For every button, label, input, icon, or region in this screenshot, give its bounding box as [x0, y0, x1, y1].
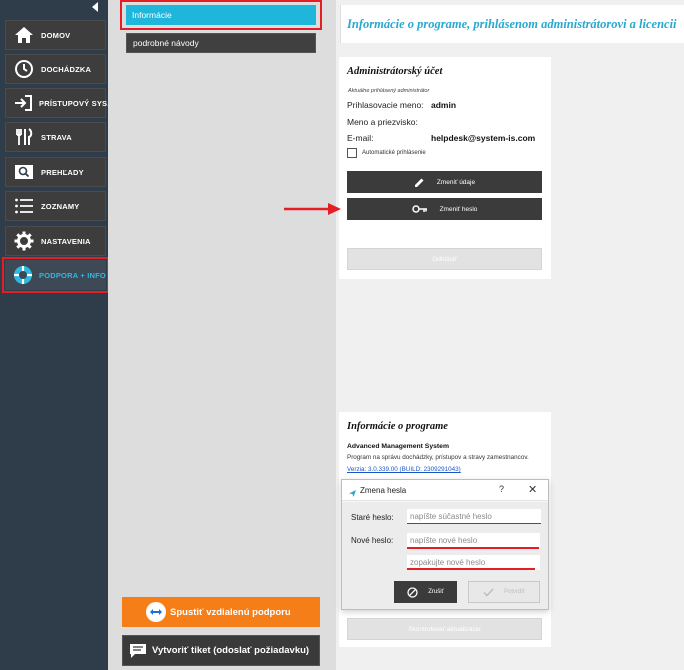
- nav-item-podpora-info[interactable]: PODPORA + INFO: [2, 257, 109, 293]
- new-password-label: Nové heslo:: [351, 536, 394, 545]
- nav-item-label: NASTAVENIA: [41, 236, 91, 246]
- nav-item-prehlady[interactable]: PREHĽADY: [5, 157, 106, 187]
- confirm-label: Potvrdiť: [504, 589, 525, 595]
- app-logo-icon: [348, 485, 357, 503]
- change-data-button[interactable]: Zmeniť údaje: [347, 171, 542, 193]
- nav-item-label: DOCHÁDZKA: [41, 64, 92, 74]
- nav-item-dochadzka[interactable]: DOCHÁDZKA: [5, 54, 106, 84]
- list-icon: [13, 195, 35, 217]
- old-password-label: Staré heslo:: [351, 513, 394, 522]
- cancel-label: Zrušiť: [428, 589, 444, 595]
- name-label: Meno a priezvisko:: [347, 117, 418, 127]
- logout-button[interactable]: Odhlásiť: [347, 248, 542, 270]
- change-data-label: Zmeniť údaje: [436, 178, 476, 186]
- nav-item-label: PREHĽADY: [41, 167, 84, 177]
- admin-card-title: Administrátorský účet: [347, 66, 443, 77]
- dialog-body: Staré heslo: napíšte súčastné heslo Nové…: [342, 502, 548, 609]
- nav-item-label: STRAVA: [41, 132, 72, 142]
- change-password-dialog: Zmena hesla ? ✕ Staré heslo: napíšte súč…: [341, 479, 549, 610]
- auto-login-label: Automatické prihlásenie: [362, 150, 426, 156]
- annotation-arrow: [284, 203, 341, 215]
- admin-card-subtitle: Aktuálne prihlásený administrátor: [348, 88, 430, 94]
- close-icon[interactable]: ✕: [528, 483, 537, 496]
- create-ticket-label: Vytvoriť tiket (odoslať požiadavku): [152, 645, 310, 656]
- remote-support-button[interactable]: Spustiť vzdialenú podporu: [122, 597, 320, 627]
- submenu-panel: [108, 0, 336, 670]
- main-navigation: DOMOV DOCHÁDZKA PRÍSTUPOVÝ SYS. STRAVA P…: [0, 0, 109, 670]
- check-updates-button[interactable]: Skontrolovať aktualizácie: [347, 618, 542, 640]
- admin-account-card: Administrátorský účet Aktuálne prihlásen…: [339, 57, 551, 279]
- change-password-label: Zmeniť heslo: [439, 205, 478, 213]
- nav-item-strava[interactable]: STRAVA: [5, 122, 106, 152]
- nav-item-label: PODPORA + INFO: [39, 270, 106, 280]
- submenu-item-informacie[interactable]: Informácie: [126, 5, 316, 25]
- email-label: E-mail:: [347, 133, 374, 143]
- annotation-underline: [407, 568, 535, 570]
- nav-item-nastavenia[interactable]: NASTAVENIA: [5, 226, 106, 256]
- email-value: helpdesk@system-is.com: [431, 133, 536, 143]
- change-password-button[interactable]: Zmeniť heslo: [347, 198, 542, 220]
- old-password-input[interactable]: napíšte súčastné heslo: [407, 509, 541, 524]
- key-icon: [411, 204, 428, 214]
- gear-icon: [13, 230, 35, 252]
- chat-icon: [128, 641, 148, 661]
- dialog-titlebar: Zmena hesla ? ✕: [342, 480, 548, 501]
- search-icon: [13, 161, 35, 183]
- remote-support-label: Spustiť vzdialenú podporu: [170, 606, 291, 618]
- submenu-item-navody[interactable]: podrobné návody: [126, 33, 316, 53]
- login-label: Prihlasovacie meno:: [347, 100, 424, 110]
- login-value: admin: [431, 100, 457, 110]
- auto-login-checkbox[interactable]: [347, 148, 357, 158]
- teamviewer-icon: [146, 602, 166, 622]
- dialog-title: Zmena hesla: [360, 486, 407, 495]
- program-card-title: Informácie o programe: [347, 421, 448, 432]
- cutlery-icon: [13, 126, 35, 148]
- cancel-button[interactable]: Zrušiť: [394, 581, 457, 603]
- page-header: Informácie o programe, prihlásenom admin…: [340, 5, 684, 43]
- create-ticket-button[interactable]: Vytvoriť tiket (odoslať požiadavku): [122, 635, 320, 666]
- nav-item-pristupovy[interactable]: PRÍSTUPOVÝ SYS.: [5, 88, 109, 118]
- product-description: Program na správu dochádzky, prístupov a…: [347, 454, 529, 461]
- lifebuoy-icon: [13, 264, 33, 286]
- page-title: Informácie o programe, prihlásenom admin…: [347, 16, 677, 31]
- nav-item-label: DOMOV: [41, 30, 71, 40]
- collapse-arrow-icon[interactable]: [92, 2, 98, 12]
- check-icon: [483, 587, 494, 597]
- nav-item-label: ZOZNAMY: [41, 201, 80, 211]
- new-password-input[interactable]: napíšte nové heslo: [407, 533, 540, 548]
- product-name: Advanced Management System: [347, 443, 449, 450]
- annotation-underline: [407, 547, 539, 549]
- home-icon: [13, 24, 35, 46]
- nav-item-label: PRÍSTUPOVÝ SYS.: [39, 98, 110, 108]
- login-icon: [13, 92, 33, 114]
- confirm-button[interactable]: Potvrdiť: [468, 581, 540, 603]
- clock-icon: [13, 58, 35, 80]
- help-icon[interactable]: ?: [499, 484, 504, 494]
- nav-item-zoznamy[interactable]: ZOZNAMY: [5, 191, 106, 221]
- cancel-icon: [407, 586, 418, 598]
- nav-item-domov[interactable]: DOMOV: [5, 20, 106, 50]
- pencil-icon: [414, 177, 425, 188]
- version-link[interactable]: Verzia: 3.0.339.00 (BUILD: 2309291043): [347, 466, 461, 473]
